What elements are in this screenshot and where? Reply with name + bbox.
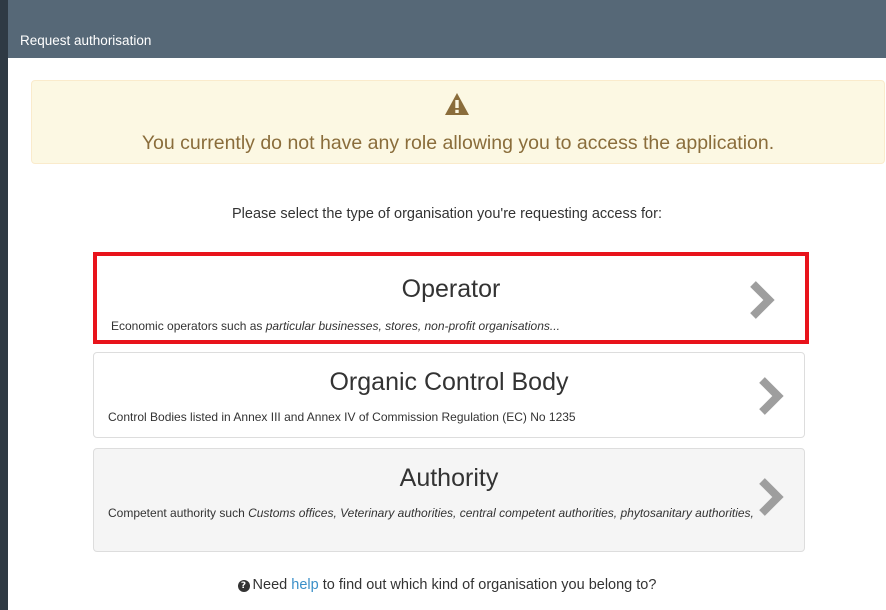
option-title: Organic Control Body bbox=[329, 368, 569, 396]
help-line: ? Need help to find out which kind of org… bbox=[8, 576, 886, 594]
panel-title: Request authorisation bbox=[20, 33, 152, 48]
panel-header: Request authorisation bbox=[8, 0, 886, 58]
option-description: Competent authority such Customs offices… bbox=[108, 506, 754, 520]
help-link[interactable]: help bbox=[291, 577, 318, 593]
option-title: Authority bbox=[399, 464, 499, 492]
question-circle-icon: ? bbox=[237, 580, 250, 592]
option-organic-control-body[interactable]: Organic Control Body Control Bodies list… bbox=[93, 352, 805, 438]
warning-alert: You currently do not have any role allow… bbox=[31, 80, 885, 164]
warning-message: You currently do not have any role allow… bbox=[141, 132, 775, 154]
request-authorisation-panel: Request authorisation You currently do n… bbox=[8, 0, 886, 610]
option-description: Economic operators such as particular bu… bbox=[111, 319, 560, 333]
option-authority[interactable]: Authority Competent authority such Custo… bbox=[93, 448, 805, 552]
option-operator[interactable]: Operator Economic operators such as part… bbox=[93, 252, 809, 344]
chevron-right-icon bbox=[759, 377, 784, 415]
chevron-right-icon bbox=[759, 478, 784, 516]
option-description: Control Bodies listed in Annex III and A… bbox=[108, 410, 576, 424]
option-title: Operator bbox=[401, 275, 501, 303]
warning-icon bbox=[445, 93, 469, 115]
chevron-right-icon bbox=[750, 281, 775, 319]
instruction-text: Please select the type of organisation y… bbox=[232, 206, 662, 222]
